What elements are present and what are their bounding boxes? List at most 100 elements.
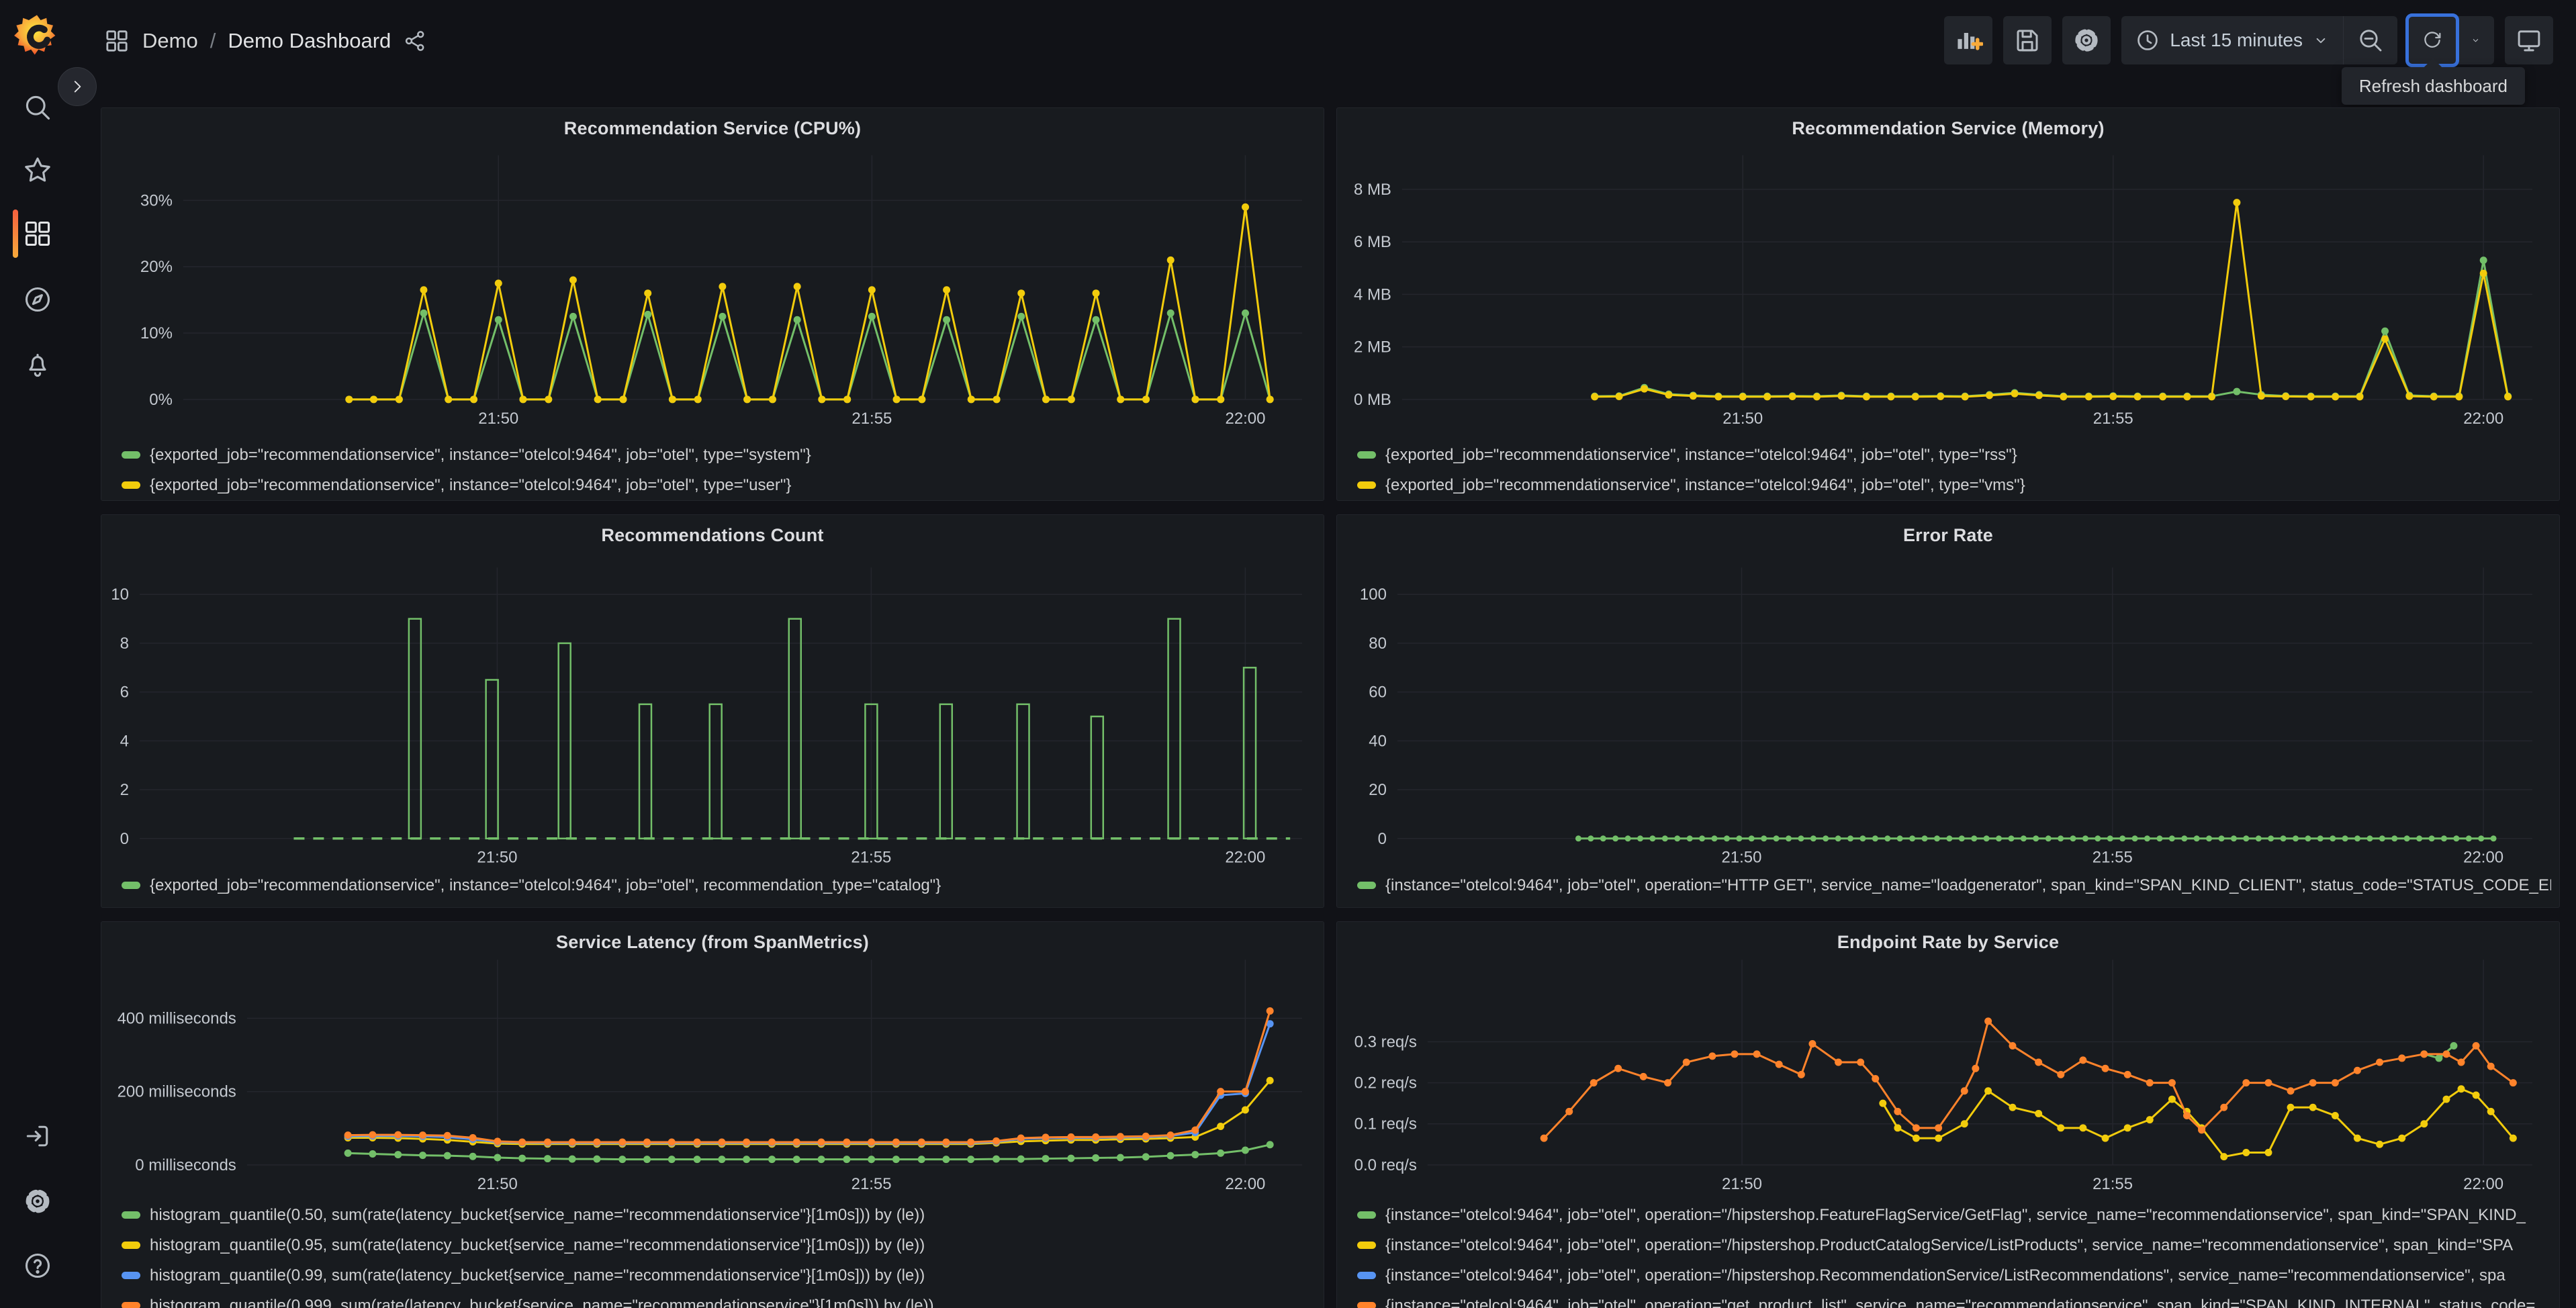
dashboards-grid-icon <box>25 221 50 246</box>
svg-text:80: 80 <box>1369 635 1387 653</box>
svg-text:0: 0 <box>1378 830 1387 848</box>
panel-title[interactable]: Service Latency (from SpanMetrics) <box>109 929 1316 955</box>
breadcrumb-separator: / <box>210 29 216 52</box>
zoom-out-icon <box>2360 30 2382 52</box>
grafana-logo[interactable] <box>13 12 60 59</box>
svg-text:22:00: 22:00 <box>1225 1175 1265 1193</box>
refresh-group <box>2405 13 2494 67</box>
svg-text:60: 60 <box>1369 684 1387 702</box>
legend-label: histogram_quantile(0.99, sum(rate(latenc… <box>150 1266 925 1284</box>
sidebar-item-help[interactable] <box>23 1251 52 1280</box>
error-rate-chart[interactable]: 0 20 40 60 80 100 21:50 21:55 22:00 <box>1345 549 2551 868</box>
explore-compass-icon <box>25 287 50 312</box>
legend-item[interactable]: histogram_quantile(0.50, sum(rate(latenc… <box>122 1200 1316 1230</box>
cycle-view-mode-button[interactable] <box>2505 16 2553 64</box>
panel-title[interactable]: Error Rate <box>1345 522 2551 549</box>
sidebar-item-settings[interactable] <box>23 1186 52 1216</box>
legend-label: {instance="otelcol:9464", job="otel", op… <box>1385 876 2551 894</box>
tooltip-text: Refresh dashboard <box>2358 75 2508 96</box>
dashboard-settings-button[interactable] <box>2062 16 2111 64</box>
save-icon <box>2017 30 2038 52</box>
endpoint-rate-chart[interactable]: 0.0 req/s 0.1 req/s 0.2 req/s 0.3 req/s 21:5… <box>1345 955 2551 1197</box>
svg-text:0.2 req/s: 0.2 req/s <box>1354 1074 1417 1092</box>
svg-text:8 MB: 8 MB <box>1354 181 1391 199</box>
sidebar-expand-button[interactable] <box>58 67 97 106</box>
memory-chart[interactable]: 0 MB 2 MB 4 MB 6 MB 8 MB 21:50 21:55 22:00 <box>1345 142 2551 437</box>
legend-item[interactable]: {exported_job="recommendationservice", i… <box>1357 440 2551 470</box>
caret-down-icon <box>2473 39 2479 42</box>
svg-text:21:50: 21:50 <box>1722 410 1763 428</box>
service-latency-chart[interactable]: 0 milliseconds 200 milliseconds 400 millis… <box>109 955 1316 1197</box>
panel-legend: histogram_quantile(0.50, sum(rate(latenc… <box>122 1200 1316 1308</box>
svg-text:20: 20 <box>1369 781 1387 799</box>
apps-grid-icon <box>106 30 128 52</box>
clock-icon <box>2137 30 2158 50</box>
legend-item[interactable]: {instance="otelcol:9464", job="otel", op… <box>1357 1260 2551 1291</box>
svg-text:21:55: 21:55 <box>2092 849 2133 867</box>
svg-text:400 milliseconds: 400 milliseconds <box>118 1010 236 1028</box>
legend-item[interactable]: {instance="otelcol:9464", job="otel", op… <box>1357 1200 2551 1230</box>
legend-swatch <box>122 481 140 489</box>
panel-title[interactable]: Recommendation Service (CPU%) <box>109 115 1316 142</box>
time-range-picker[interactable]: Last 15 minutes <box>2121 16 2343 64</box>
legend-item[interactable]: {exported_job="recommendationservice", i… <box>122 470 1316 500</box>
legend-item[interactable]: {instance="otelcol:9464", job="otel", op… <box>1357 1230 2551 1260</box>
panel-title[interactable]: Recommendations Count <box>109 522 1316 549</box>
legend-item[interactable]: {exported_job="recommendationservice", i… <box>1357 470 2551 500</box>
svg-text:22:00: 22:00 <box>2463 849 2503 867</box>
panel-title[interactable]: Endpoint Rate by Service <box>1345 929 2551 955</box>
legend-item[interactable]: {instance="otelcol:9464", job="otel", op… <box>1357 1291 2551 1308</box>
sidebar-active-indicator <box>13 209 18 258</box>
refresh-dashboard-button[interactable] <box>2405 13 2459 67</box>
legend-label: histogram_quantile(0.95, sum(rate(latenc… <box>150 1235 925 1254</box>
star-icon <box>25 157 50 182</box>
svg-text:0: 0 <box>120 830 129 848</box>
breadcrumb-section[interactable]: Demo <box>142 29 198 53</box>
legend-item[interactable]: {exported_job="recommendationservice", i… <box>122 440 1316 470</box>
sidebar-item-sign-in[interactable] <box>23 1121 52 1151</box>
panel-legend: {exported_job="recommendationservice", i… <box>1357 440 2551 500</box>
sidebar-item-starred[interactable] <box>23 155 52 185</box>
cpu-chart[interactable]: 0% 10% 20% 30% 21:50 21:55 22:00 <box>109 142 1316 437</box>
svg-text:4 MB: 4 MB <box>1354 285 1391 303</box>
sidebar-item-explore[interactable] <box>23 285 52 314</box>
svg-text:8: 8 <box>120 635 129 653</box>
legend-swatch <box>122 882 140 889</box>
refresh-icon <box>2424 32 2441 48</box>
save-dashboard-button[interactable] <box>2003 16 2052 64</box>
kiosk-monitor-icon <box>2518 30 2540 52</box>
legend-item[interactable]: {exported_job="recommendationservice", i… <box>122 870 1316 900</box>
legend-swatch <box>1357 882 1376 889</box>
panel-title[interactable]: Recommendation Service (Memory) <box>1345 115 2551 142</box>
sidebar-item-dashboards[interactable] <box>23 219 52 248</box>
toolbar: Last 15 minutes <box>1944 13 2553 67</box>
legend-item[interactable]: histogram_quantile(0.95, sum(rate(latenc… <box>122 1230 1316 1260</box>
svg-text:0.3 req/s: 0.3 req/s <box>1354 1033 1417 1051</box>
search-icon <box>26 95 50 120</box>
legend-swatch <box>122 451 140 459</box>
sidebar-item-alerting[interactable] <box>23 351 52 380</box>
recommendations-count-chart[interactable]: 0 2 4 6 8 10 21:50 21:55 22:00 <box>109 549 1316 868</box>
alerting-bell-icon <box>29 354 46 377</box>
svg-text:21:55: 21:55 <box>852 410 892 428</box>
top-nav: Demo / Demo Dashboard Last 15 minutes Re… <box>75 0 2576 105</box>
refresh-interval-dropdown[interactable] <box>2456 16 2494 64</box>
legend-item[interactable]: {instance="otelcol:9464", job="otel", op… <box>1357 870 2551 900</box>
svg-text:4: 4 <box>120 732 129 750</box>
sidebar-item-search[interactable] <box>23 93 52 122</box>
refresh-tooltip: Refresh dashboard <box>2341 58 2525 105</box>
legend-item[interactable]: histogram_quantile(0.99, sum(rate(latenc… <box>122 1260 1316 1291</box>
legend-label: {instance="otelcol:9464", job="otel", op… <box>1385 1266 2505 1284</box>
zoom-out-time-button[interactable] <box>2343 16 2397 64</box>
svg-text:10: 10 <box>111 586 129 604</box>
share-icon[interactable] <box>403 29 427 53</box>
caret-down-icon <box>2316 38 2326 44</box>
add-panel-button[interactable] <box>1944 16 1993 64</box>
svg-text:10%: 10% <box>140 324 173 342</box>
panel-recommendations-count: Recommendations Count 0 2 4 6 8 10 21:50 21:55 2… <box>101 514 1324 908</box>
svg-text:2 MB: 2 MB <box>1354 338 1391 357</box>
panel-legend: {exported_job="recommendationservice", i… <box>122 870 1316 900</box>
legend-label: {exported_job="recommendationservice", i… <box>1385 445 2017 464</box>
breadcrumb-page-title[interactable]: Demo Dashboard <box>228 29 391 53</box>
legend-item[interactable]: histogram_quantile(0.999, sum(rate(laten… <box>122 1291 1316 1308</box>
